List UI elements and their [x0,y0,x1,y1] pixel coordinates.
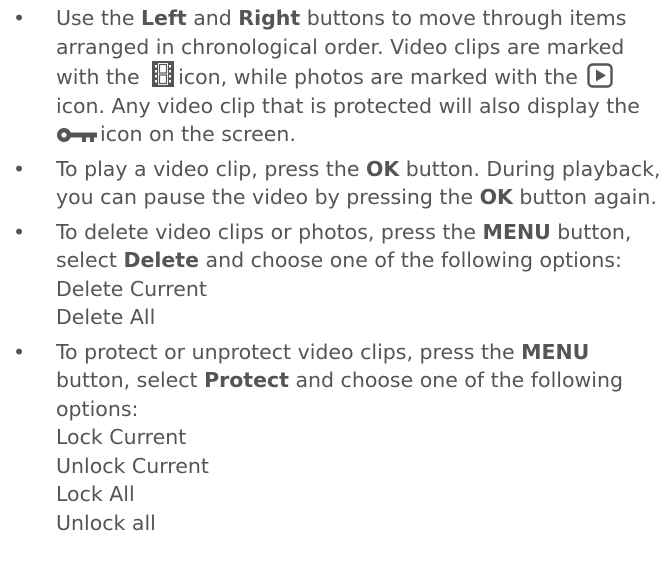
item-text: To protect or unprotect video clips, pre… [56,340,623,421]
text-run: and choose one of the following options: [199,248,622,272]
text-run: icon on the screen. [100,122,296,146]
bold-text: MENU [521,339,590,364]
film-strip-icon [152,61,175,87]
option-lock-all: Lock All [56,482,135,506]
bold-text: OK [365,156,400,181]
list-item: • To delete video clips or photos, press… [0,218,670,332]
option-unlock-all: Unlock all [56,510,156,535]
bold-text: Delete [123,248,199,272]
bold-text: Protect [204,368,289,392]
key-icon [57,128,97,142]
instruction-list: • Use the Left and Right buttons to move… [0,4,670,543]
play-icon [587,63,614,88]
bold-text: OK [479,185,513,209]
bullet: • [12,339,26,364]
text-run: To protect or unprotect video clips, pre… [56,339,522,364]
instructions-page: • Use the Left and Right buttons to move… [0,0,670,577]
bullet: • [12,219,26,244]
text-run: Use the [56,6,141,30]
bold-text: Right [238,6,301,30]
option-delete-all: Delete All [56,305,156,329]
bullet: • [12,156,26,181]
bullet: • [12,6,26,30]
option-lock-current: Lock Current [56,425,187,449]
option-delete-current: Delete Current [56,276,207,301]
option-unlock-current: Unlock Current [56,453,209,478]
item-text: Use the Left and Right buttons to move t… [56,6,640,146]
text-run: icon, while photos are marked with the [178,65,585,89]
text-run: and [186,6,239,30]
list-item: • To protect or unprotect video clips, p… [0,338,670,538]
list-item: • Use the Left and Right buttons to move… [0,4,670,149]
item-text: To play a video clip, press the OK butto… [56,157,661,210]
bold-text: MENU [482,219,551,244]
text-run: button, select [56,368,205,392]
bold-text: Left [140,6,187,30]
text-run: To play a video clip, press the [56,156,366,181]
list-item: • To play a video clip, press the OK but… [0,155,670,212]
item-text: To delete video clips or photos, press t… [56,220,631,273]
text-run: icon. Any video clip that is protected w… [56,93,640,118]
text-run: To delete video clips or photos, press t… [56,219,483,244]
text-run: button again. [512,185,657,209]
